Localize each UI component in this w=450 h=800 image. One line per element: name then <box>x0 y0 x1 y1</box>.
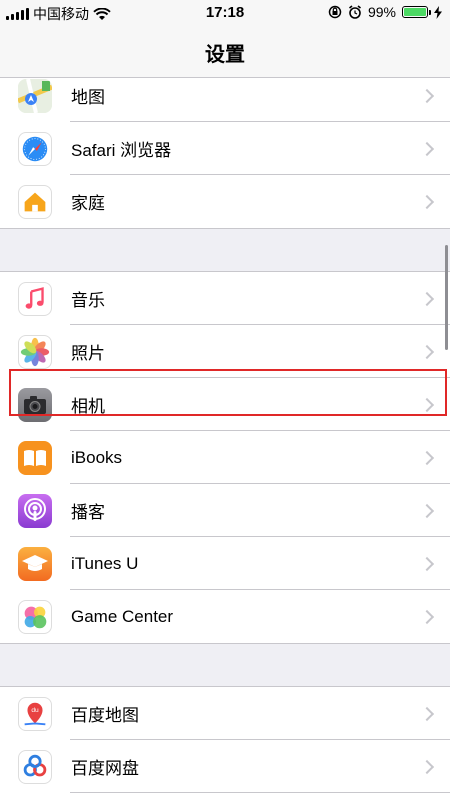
settings-row-label: 百度网盘 <box>71 759 139 778</box>
settings-row-partial[interactable] <box>0 793 450 800</box>
chevron-right-icon <box>419 450 435 465</box>
chevron-right-icon <box>419 344 435 359</box>
settings-row-podcasts[interactable]: 播客 <box>0 484 450 537</box>
settings-row-home[interactable]: 家庭 <box>0 175 450 228</box>
settings-group-apple-2: 音乐 照片 相机 iBooks 播客 iTunes U Game Center <box>0 271 450 644</box>
ibooks-icon <box>18 440 52 475</box>
settings-row-label: 地图 <box>71 88 105 107</box>
charging-icon <box>434 5 442 19</box>
settings-row-label: Safari 浏览器 <box>71 141 172 160</box>
chevron-right-icon <box>419 503 435 518</box>
settings-row-label: 百度地图 <box>71 706 139 725</box>
chevron-right-icon <box>419 759 435 774</box>
settings-list[interactable]: 地图 Safari 浏览器 家庭 音乐 照片 相机 iBooks 播客 iTun… <box>0 78 450 800</box>
settings-row-itunes-u[interactable]: iTunes U <box>0 537 450 590</box>
settings-row-label: 照片 <box>71 344 105 363</box>
settings-row-baidu-maps[interactable]: du 百度地图 <box>0 687 450 740</box>
settings-row-baidu-netdisk[interactable]: 百度网盘 <box>0 740 450 793</box>
settings-row-safari[interactable]: Safari 浏览器 <box>0 122 450 175</box>
baidu-netdisk-icon <box>18 749 52 784</box>
highlight-camera-row <box>9 369 447 416</box>
status-right: 99% <box>328 4 442 20</box>
chevron-right-icon <box>419 88 435 103</box>
settings-row-maps[interactable]: 地图 <box>0 78 450 122</box>
safari-icon <box>18 131 52 166</box>
settings-row-label: iTunes U <box>71 553 139 573</box>
maps-icon <box>18 78 52 113</box>
settings-row-game-center[interactable]: Game Center <box>0 590 450 643</box>
section-gap <box>0 229 450 271</box>
rotation-lock-icon <box>328 5 342 19</box>
section-gap <box>0 644 450 686</box>
nav-bar: 设置 <box>0 26 450 78</box>
podcasts-icon <box>18 493 52 528</box>
battery-percent: 99% <box>367 4 396 20</box>
settings-row-label: iBooks <box>71 447 123 467</box>
chevron-right-icon <box>419 291 435 306</box>
settings-row-label: 播客 <box>71 503 105 522</box>
scrollbar[interactable] <box>445 245 448 350</box>
baidu-maps-icon: du <box>18 696 52 731</box>
itunes-u-icon <box>18 546 52 581</box>
chevron-right-icon <box>419 706 435 721</box>
home-icon <box>18 184 52 219</box>
settings-row-label: 家庭 <box>71 194 105 213</box>
chevron-right-icon <box>419 556 435 571</box>
settings-row-label: 音乐 <box>71 291 105 310</box>
alarm-icon <box>348 5 361 19</box>
battery-icon <box>402 6 431 18</box>
chevron-right-icon <box>419 194 435 209</box>
photos-icon <box>18 334 52 369</box>
music-icon <box>18 281 52 316</box>
settings-row-label: Game Center <box>71 606 174 626</box>
svg-text:du: du <box>31 707 39 714</box>
settings-group-third-party: du 百度地图 百度网盘 <box>0 686 450 800</box>
settings-row-ibooks[interactable]: iBooks <box>0 431 450 484</box>
settings-row-music[interactable]: 音乐 <box>0 272 450 325</box>
chevron-right-icon <box>419 609 435 624</box>
status-bar: 中国移动 17:18 99% <box>0 0 450 26</box>
settings-group-apple-1: 地图 Safari 浏览器 家庭 <box>0 78 450 229</box>
game-center-icon <box>18 599 52 634</box>
battery-level <box>404 8 426 16</box>
chevron-right-icon <box>419 141 435 156</box>
page-title: 设置 <box>205 44 245 66</box>
